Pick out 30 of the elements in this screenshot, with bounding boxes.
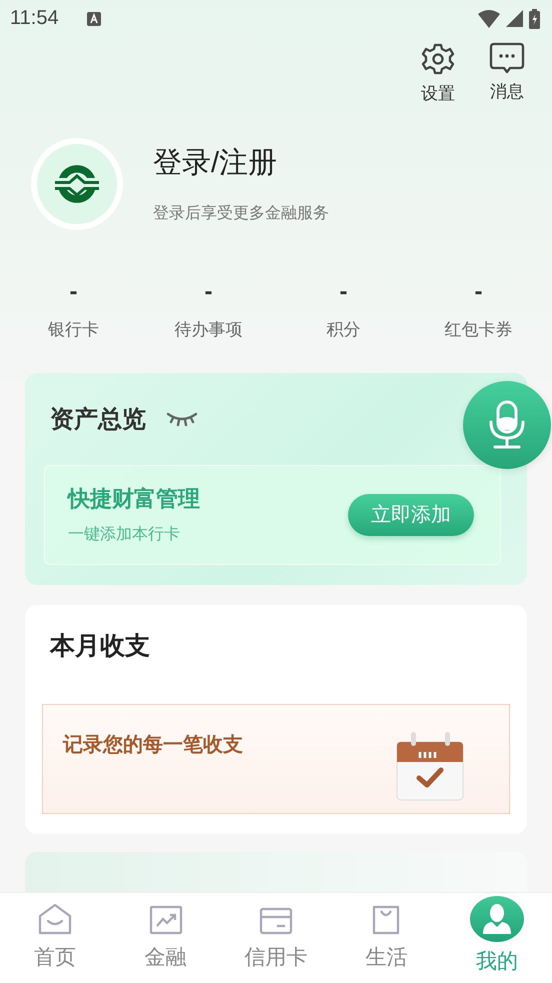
card-title: 本月收支 xyxy=(48,630,151,662)
nav-tab[interactable]: 首页 xyxy=(0,893,110,983)
login-link[interactable]: 登录/注册 xyxy=(153,143,329,184)
stat-item[interactable]: - 红包卡券 xyxy=(418,278,538,341)
record-banner[interactable]: 记录您的每一笔收支 xyxy=(42,704,510,814)
login-subtitle: 登录后享受更多金融服务 xyxy=(153,204,329,224)
battery-icon xyxy=(529,8,540,29)
shopping-bag-icon xyxy=(371,905,402,935)
wifi-icon xyxy=(478,10,500,28)
stat-item[interactable]: - 银行卡 xyxy=(14,278,134,341)
top-action-button[interactable]: 消息 xyxy=(489,42,525,105)
nav-tab[interactable]: 信用卡 xyxy=(220,893,332,983)
nav-tab[interactable]: 生活 xyxy=(331,893,442,983)
promo-title: 快捷财富管理 xyxy=(68,485,200,514)
closed-eye-icon[interactable] xyxy=(166,410,198,427)
nav-tab[interactable]: 金融 xyxy=(110,893,221,983)
signal-icon xyxy=(506,10,523,28)
settings-icon xyxy=(421,42,455,76)
chart-icon xyxy=(148,905,183,935)
card-title: 资产总览 xyxy=(50,404,146,435)
home-icon xyxy=(38,903,72,935)
top-action-button[interactable]: 设置 xyxy=(421,42,455,105)
stat-item[interactable]: - 积分 xyxy=(284,278,404,341)
promo-subtitle: 一键添加本行卡 xyxy=(68,524,181,546)
keyboard-icon xyxy=(86,12,101,26)
stat-item[interactable]: - 待办事项 xyxy=(148,278,268,341)
card-icon xyxy=(259,907,294,935)
message-icon xyxy=(489,42,525,74)
status-time: 11:54 xyxy=(10,7,59,30)
microphone-icon xyxy=(487,400,527,450)
